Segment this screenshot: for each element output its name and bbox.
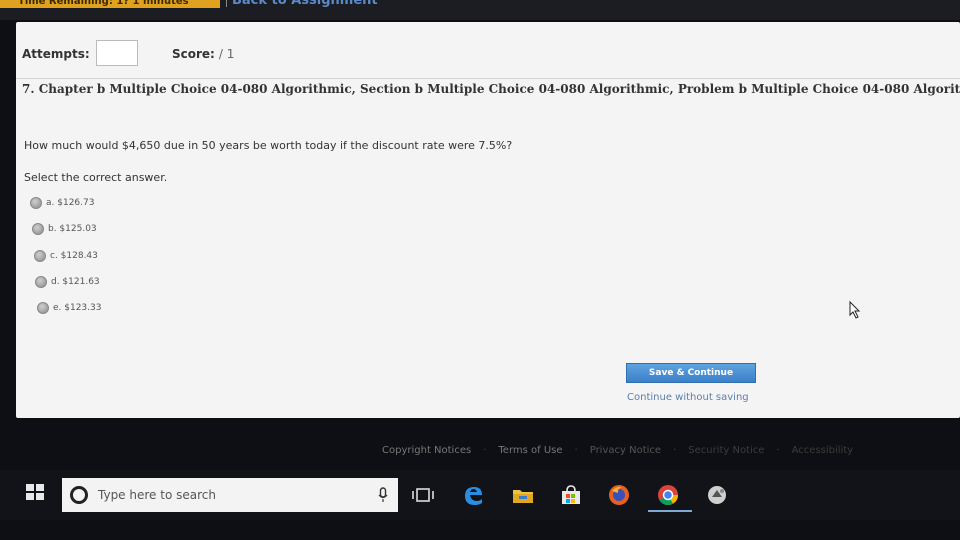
cortana-circle-icon xyxy=(70,486,88,504)
microphone-icon[interactable] xyxy=(378,487,388,503)
task-view-icon[interactable] xyxy=(410,482,436,508)
store-icon[interactable] xyxy=(558,482,584,508)
time-remaining: Time Remaining: 1? 1 minutes xyxy=(0,0,220,8)
attempts-label: Attempts: xyxy=(22,47,90,61)
choice-e[interactable]: e. $123.33 xyxy=(37,301,101,315)
footer-link-security[interactable]: Security Notice xyxy=(688,445,764,456)
footer-separator: · xyxy=(776,444,780,456)
footer-separator: · xyxy=(483,444,487,456)
radio-button[interactable] xyxy=(32,223,44,235)
file-explorer-icon[interactable] xyxy=(510,482,536,508)
footer-links: Copyright Notices · Terms of Use · Priva… xyxy=(382,443,853,457)
choice-label: d. $121.63 xyxy=(51,277,100,287)
choice-b[interactable]: b. $125.03 xyxy=(32,222,97,236)
edge-icon[interactable] xyxy=(460,482,486,508)
back-to-assignment-link[interactable]: Back to Assignment xyxy=(226,0,378,8)
taskbar-search-box[interactable]: Type here to search xyxy=(62,478,398,512)
attempts-field xyxy=(96,40,138,66)
footer-separator: · xyxy=(574,444,578,456)
footer-link-privacy[interactable]: Privacy Notice xyxy=(590,445,661,456)
firefox-icon[interactable] xyxy=(606,482,632,508)
app-icon[interactable] xyxy=(704,482,730,508)
problem-title: 7. Chapter b Multiple Choice 04-080 Algo… xyxy=(22,82,960,96)
windows-taskbar: Type here to search xyxy=(0,470,960,520)
footer-separator: · xyxy=(673,444,677,456)
choice-label: c. $128.43 xyxy=(50,251,98,261)
windows-start-icon[interactable] xyxy=(26,484,46,502)
choice-d[interactable]: d. $121.63 xyxy=(35,275,100,289)
radio-button[interactable] xyxy=(37,302,49,314)
score-label-text: Score: xyxy=(172,47,215,61)
choice-label: e. $123.33 xyxy=(53,303,102,313)
choice-label: b. $125.03 xyxy=(48,224,97,234)
search-placeholder: Type here to search xyxy=(98,488,216,502)
choice-a[interactable]: a. $126.73 xyxy=(30,196,94,210)
top-strip: Time Remaining: 1? 1 minutes Back to Ass… xyxy=(0,0,960,20)
score-label: Score:/ 1 xyxy=(172,47,234,61)
choice-label: a. $126.73 xyxy=(46,198,95,208)
question-text: How much would $4,650 due in 50 years be… xyxy=(24,139,513,152)
divider xyxy=(16,78,960,79)
footer-link-terms[interactable]: Terms of Use xyxy=(498,445,562,456)
radio-button[interactable] xyxy=(34,250,46,262)
choice-c[interactable]: c. $128.43 xyxy=(34,249,98,263)
question-panel: Attempts: Score:/ 1 7. Chapter b Multipl… xyxy=(16,22,960,418)
footer-link-copyright[interactable]: Copyright Notices xyxy=(382,445,471,456)
radio-button[interactable] xyxy=(30,197,42,209)
save-and-continue-button[interactable]: Save & Continue xyxy=(626,363,756,383)
footer-link-accessibility[interactable]: Accessibility xyxy=(792,445,854,456)
active-app-indicator xyxy=(648,510,692,512)
select-prompt: Select the correct answer. xyxy=(24,171,168,184)
continue-without-saving-link[interactable]: Continue without saving xyxy=(627,392,749,403)
radio-button[interactable] xyxy=(35,276,47,288)
mouse-cursor-icon xyxy=(849,300,861,319)
score-value: / 1 xyxy=(218,47,235,61)
chrome-icon[interactable] xyxy=(655,482,681,508)
